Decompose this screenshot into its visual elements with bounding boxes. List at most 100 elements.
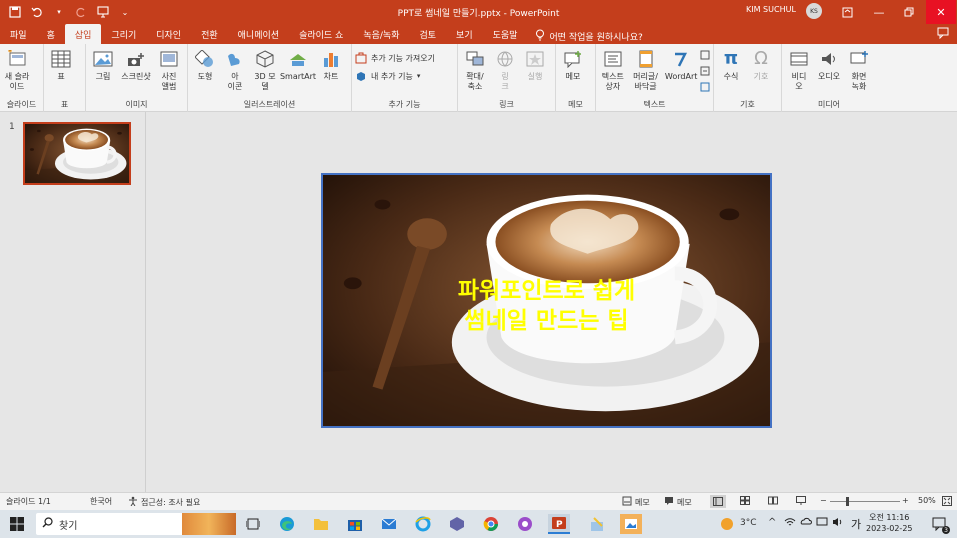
picture-label: 그림 — [95, 72, 111, 81]
redo-icon[interactable] — [74, 5, 88, 19]
display-icon[interactable] — [816, 517, 828, 527]
speaker-icon — [818, 48, 840, 70]
tab-record[interactable]: 녹음/녹화 — [353, 24, 409, 44]
notes-toggle[interactable]: 메모 — [622, 496, 650, 508]
taskbar-search[interactable]: 찾기 — [36, 513, 236, 535]
slideshow-icon — [796, 496, 806, 505]
start-presentation-icon[interactable] — [96, 5, 110, 19]
slide-thumbnail[interactable] — [23, 122, 131, 185]
tab-file[interactable]: 파일 — [0, 24, 37, 44]
group-label-links: 링크 — [499, 100, 514, 109]
chrome-app[interactable] — [480, 514, 502, 534]
thumbnail-image — [25, 124, 129, 183]
system-clock[interactable]: 오전 11:16 2023-02-25 — [866, 512, 913, 534]
zoom-level[interactable]: 50% — [918, 496, 936, 505]
tab-view[interactable]: 보기 — [446, 24, 483, 44]
tell-me-search[interactable]: 어떤 작업을 원하시나요? — [535, 29, 643, 44]
action-label: 실행 — [527, 72, 543, 81]
network-icon[interactable] — [784, 517, 796, 527]
thumbnail-number: 1 — [9, 122, 15, 132]
date-time-icon[interactable] — [700, 50, 710, 63]
cube-icon — [254, 48, 276, 70]
normal-view-button[interactable] — [710, 495, 726, 508]
weather-widget[interactable] — [716, 514, 738, 534]
slide-number-icon[interactable] — [700, 66, 710, 79]
search-highlight-image — [182, 513, 236, 535]
powerpoint-app[interactable]: P — [548, 514, 570, 534]
table-label: 표 — [57, 72, 65, 81]
store-app[interactable] — [344, 514, 366, 534]
tab-insert[interactable]: 삽입 — [64, 24, 102, 44]
chrome-icon — [483, 517, 498, 531]
zoom-slider-thumb[interactable] — [846, 497, 849, 506]
group-label-table: 표 — [60, 100, 69, 109]
chevron-up-icon[interactable]: ^ — [768, 517, 776, 528]
avatar[interactable]: KS — [806, 3, 822, 19]
object-icon[interactable] — [700, 82, 710, 95]
onedrive-icon[interactable] — [800, 517, 812, 525]
get-addins-label: 추가 기능 가져오기 — [371, 53, 435, 63]
get-addins-button[interactable]: 추가 기능 가져오기 — [355, 50, 454, 66]
comments-toggle[interactable]: 메모 — [664, 496, 692, 508]
fit-slide-button[interactable] — [942, 496, 952, 506]
edge-app[interactable] — [276, 514, 298, 534]
slide-title-line1[interactable]: 파워포인트로 쉽게 — [323, 271, 770, 305]
reading-view-button[interactable] — [768, 496, 778, 505]
close-button[interactable]: ✕ — [926, 0, 956, 24]
globe-link-icon — [494, 48, 516, 70]
teams-app[interactable] — [446, 514, 468, 534]
tab-slideshow[interactable]: 슬라이드 쇼 — [289, 24, 353, 44]
zoom-in-button[interactable]: + — [902, 496, 909, 505]
ime-indicator[interactable]: 가 — [851, 516, 861, 532]
group-symbols: π 수식 Ω 기호 기호 — [714, 44, 782, 112]
notification-center[interactable]: 3 — [928, 514, 950, 534]
start-button[interactable] — [6, 514, 28, 534]
slide-sorter-button[interactable] — [740, 496, 750, 505]
tab-help[interactable]: 도움말 — [483, 24, 528, 44]
addin-icon — [355, 70, 367, 82]
chevron-down-icon[interactable]: ▾ — [52, 5, 66, 19]
tab-draw[interactable]: 그리기 — [101, 24, 146, 44]
screen-recording-label: 화면 녹화 — [851, 72, 867, 91]
screen-record-icon — [848, 48, 870, 70]
tab-animations[interactable]: 애니메이션 — [228, 24, 289, 44]
file-explorer-app[interactable] — [310, 514, 332, 534]
photos-app[interactable] — [620, 514, 642, 534]
tab-home[interactable]: 홈 — [37, 24, 65, 44]
zoom-out-button[interactable]: − — [820, 496, 827, 505]
paint-app[interactable] — [586, 514, 608, 534]
photo-album-label: 사진 앨범 — [161, 72, 177, 91]
group-comments: 메모 메모 — [556, 44, 596, 112]
tab-review[interactable]: 검토 — [409, 24, 446, 44]
mail-app[interactable] — [378, 514, 400, 534]
ie-app[interactable] — [412, 514, 434, 534]
zoom-slider[interactable] — [830, 501, 900, 502]
tab-design[interactable]: 디자인 — [146, 24, 191, 44]
slideshow-view-button[interactable] — [796, 496, 806, 505]
restore-button[interactable] — [894, 0, 924, 24]
ribbon-display-icon[interactable] — [832, 0, 862, 24]
customize-toolbar-icon[interactable]: ⌄ — [118, 5, 132, 19]
save-icon[interactable] — [8, 5, 22, 19]
group-label-comments: 메모 — [568, 100, 583, 109]
slide-title-line2[interactable]: 썸네일 만드는 팁 — [323, 301, 770, 335]
slide-thumbnails-pane: 1 — [0, 112, 146, 492]
undo-icon[interactable] — [30, 5, 44, 19]
slide-canvas[interactable]: 파워포인트로 쉽게 썸네일 만드는 팁 — [321, 173, 772, 428]
my-addins-button[interactable]: 내 추가 기능 ▾ — [355, 68, 454, 84]
notification-badge: 3 — [942, 526, 950, 534]
group-label-slides: 슬라이드 — [6, 100, 37, 109]
task-view-button[interactable] — [242, 514, 264, 534]
internet-explorer-icon — [415, 516, 431, 532]
notes-icon — [622, 496, 632, 508]
language-indicator[interactable]: 한국어 — [90, 496, 112, 507]
minimize-button[interactable]: — — [864, 0, 894, 24]
slide-sorter-icon — [740, 496, 750, 505]
accessibility-checker[interactable]: 접근성: 조사 필요 — [128, 496, 200, 508]
zoom-label: 확대/ 축소 — [466, 72, 484, 91]
tab-transitions[interactable]: 전환 — [191, 24, 228, 44]
volume-icon[interactable] — [832, 517, 844, 527]
comments-pane-icon[interactable] — [937, 27, 949, 42]
media-app[interactable] — [514, 514, 536, 534]
weather-temp: 3°C — [740, 518, 757, 528]
